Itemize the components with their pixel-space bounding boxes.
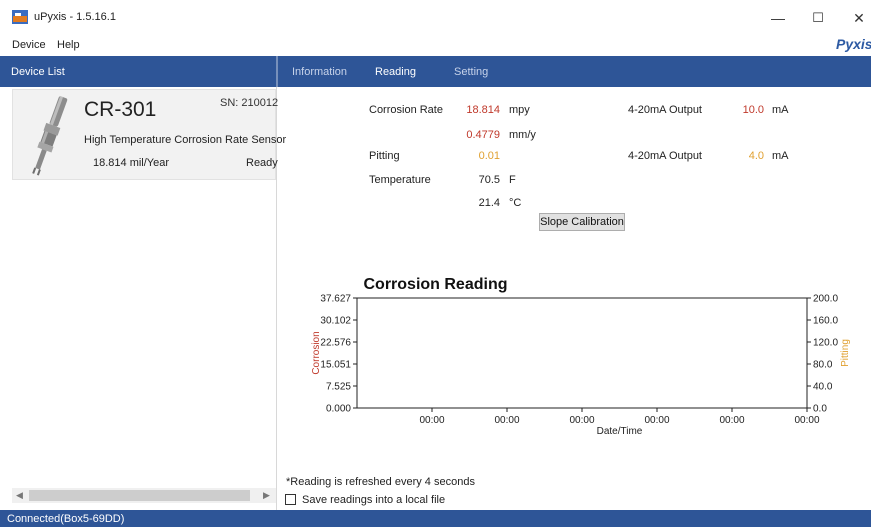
pitting-label: Pitting: [369, 150, 400, 162]
device-reading: 18.814 mil/Year: [93, 157, 170, 169]
y-right-tick-label: 160.0: [813, 316, 838, 327]
x-tick-label: 00:00: [419, 415, 444, 426]
device-description: High Temperature Corrosion Rate Sensor: [84, 134, 287, 146]
temperature-c-unit: °C: [509, 197, 522, 209]
header-divider: [276, 56, 278, 87]
save-readings-label[interactable]: Save readings into a local file: [302, 494, 445, 506]
sensor-image: [32, 96, 68, 176]
y-right-tick-label: 40.0: [813, 382, 833, 393]
menu-bar: [0, 36, 871, 56]
brand-logo: Pyxis: [836, 36, 871, 52]
x-tick-label: 00:00: [794, 415, 819, 426]
y-left-tick-label: 7.525: [326, 382, 351, 393]
pitting-value: 0.01: [478, 150, 500, 162]
corrosion-rate-metric-value: 0.4779: [466, 129, 500, 141]
y-left-tick-label: 22.576: [320, 338, 351, 349]
plot-area: [356, 297, 808, 409]
temperature-f-unit: F: [509, 174, 516, 186]
y-right-axis-title: Pitting: [840, 339, 851, 367]
x-axis-title: Date/Time: [597, 426, 643, 437]
temperature-label: Temperature: [369, 174, 431, 186]
output2-unit: mA: [772, 150, 789, 162]
title-bar: [0, 0, 871, 36]
refresh-note: *Reading is refreshed every 4 seconds: [286, 476, 475, 488]
app-icon: [12, 10, 28, 24]
corrosion-rate-label: Corrosion Rate: [369, 104, 443, 116]
temperature-c-value: 21.4: [478, 197, 500, 209]
y-right-tick-label: 120.0: [813, 338, 838, 349]
device-model: CR-301: [84, 98, 157, 121]
status-bar: [0, 510, 871, 527]
corrosion-rate-metric-unit: mm/y: [509, 129, 536, 141]
scrollbar-thumb[interactable]: [29, 490, 250, 501]
tab-information[interactable]: Information: [292, 66, 347, 78]
corrosion-rate-unit: mpy: [509, 104, 530, 116]
tab-reading[interactable]: Reading: [375, 66, 416, 78]
y-left-tick-label: 0.000: [326, 404, 351, 415]
window-title: uPyxis - 1.5.16.1: [34, 11, 116, 23]
output1-value: 10.0: [742, 104, 764, 116]
output2-label: 4-20mA Output: [628, 150, 702, 162]
status-text: Connected(Box5-69DD): [7, 513, 125, 525]
scroll-left-icon[interactable]: ◀: [16, 490, 23, 501]
output1-unit: mA: [772, 104, 789, 116]
scroll-right-icon[interactable]: ▶: [263, 490, 270, 501]
y-right-tick-label: 80.0: [813, 360, 833, 371]
minimize-button[interactable]: —: [764, 6, 792, 30]
x-tick-label: 00:00: [494, 415, 519, 426]
slope-calibration-button[interactable]: Slope Calibration: [539, 213, 625, 231]
y-right-tick-label: 200.0: [813, 294, 838, 305]
menu-device[interactable]: Device: [12, 39, 46, 51]
x-tick-label: 00:00: [569, 415, 594, 426]
save-readings-checkbox[interactable]: [285, 494, 296, 505]
corrosion-chart: 0.000 0.0 7.525 40.0 15.051 80.0 22.576 120.0 30…: [311, 294, 851, 438]
output1-label: 4-20mA Output: [628, 104, 702, 116]
device-status: Ready: [246, 157, 278, 169]
x-tick-label: 00:00: [644, 415, 669, 426]
y-left-tick-label: 15.051: [320, 360, 351, 371]
y-left-tick-label: 37.627: [320, 294, 351, 305]
maximize-button[interactable]: ☐: [804, 6, 832, 30]
y-left-axis-title: Corrosion: [311, 331, 322, 374]
y-left-tick-label: 30.102: [320, 316, 351, 327]
device-list-title: Device List: [11, 66, 65, 78]
corrosion-rate-value: 18.814: [466, 104, 500, 116]
x-tick-label: 00:00: [719, 415, 744, 426]
close-button[interactable]: ✕: [845, 6, 871, 30]
y-right-tick-label: 0.0: [813, 404, 827, 415]
temperature-f-value: 70.5: [478, 174, 500, 186]
output2-value: 4.0: [748, 150, 764, 162]
tab-setting[interactable]: Setting: [454, 66, 488, 78]
menu-help[interactable]: Help: [57, 39, 80, 51]
device-serial: SN: 210012: [220, 97, 279, 109]
